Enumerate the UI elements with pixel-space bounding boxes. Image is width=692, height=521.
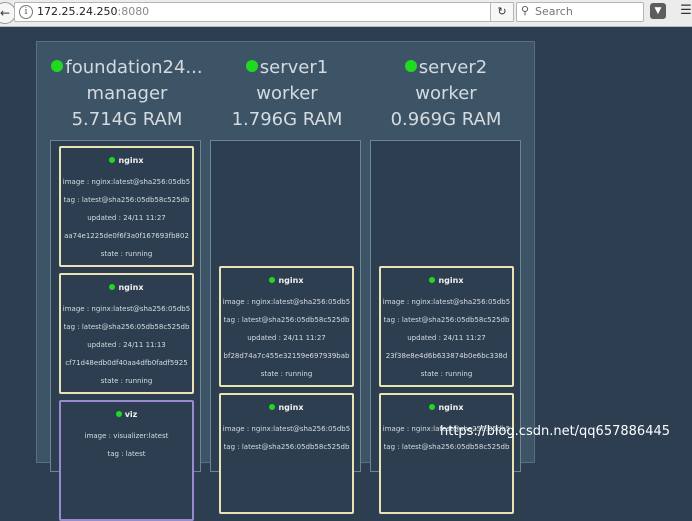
task-title: nginx — [61, 156, 192, 168]
task-tag: tag : latest@sha256:05db58c525db — [223, 316, 350, 324]
task-title: nginx — [381, 276, 512, 288]
task-id: aa74e1225de0f6f3a0f167693fb802 — [64, 232, 189, 240]
node-name-row: server2 — [366, 55, 526, 81]
node-name: server2 — [418, 57, 488, 78]
task-image: image : visualizer:latest — [84, 432, 169, 440]
task-updated: updated : 24/11 11:27 — [247, 334, 326, 342]
node-name-row: server1 — [207, 55, 367, 81]
task-status-icon — [429, 404, 436, 410]
task-name: nginx — [118, 283, 144, 292]
task-tag: tag : latest@sha256:05db58c525db — [223, 443, 350, 451]
task-image: image : nginx:latest@sha256:05db5 — [382, 298, 511, 306]
url-text: 172.25.24.250:8080 — [37, 5, 149, 18]
menu-button[interactable]: ☰ — [678, 2, 692, 20]
task-updated: updated : 24/11 11:13 — [87, 341, 166, 349]
url-port: :8080 — [117, 5, 150, 18]
task-state: state : running — [100, 250, 153, 258]
url-host: 172.25.24.250 — [37, 5, 118, 18]
task-image: image : nginx:latest@sha256:05db5 — [222, 298, 351, 306]
node-status-icon — [245, 60, 258, 72]
info-icon[interactable]: i — [19, 5, 33, 19]
task-status-icon — [109, 284, 116, 290]
reload-icon: ↻ — [497, 5, 507, 18]
task-state: state : running — [260, 370, 313, 378]
node-column-server2: nginx image : nginx:latest@sha256:05db5 … — [370, 140, 521, 514]
pocket-button[interactable]: ▼ — [650, 3, 666, 19]
node-role: worker — [415, 83, 477, 104]
node-header-server2: server2 worker 0.969G RAM — [366, 55, 526, 133]
task-title: viz — [61, 410, 192, 422]
task-status-icon — [269, 277, 276, 283]
back-arrow-icon: ← — [0, 6, 11, 20]
task-card-viz[interactable]: viz image : visualizer:latest tag : late… — [59, 400, 194, 521]
task-title: nginx — [221, 403, 352, 415]
task-title: nginx — [221, 276, 352, 288]
task-status-icon — [109, 157, 116, 163]
task-card[interactable]: nginx image : nginx:latest@sha256:05db5 … — [379, 393, 514, 514]
task-tag: tag : latest@sha256:05db58c525db — [383, 316, 510, 324]
task-name: nginx — [278, 276, 304, 285]
node-column-server1: nginx image : nginx:latest@sha256:05db5 … — [210, 140, 361, 514]
task-updated: updated : 24/11 11:27 — [407, 334, 486, 342]
task-tag: tag : latest@sha256:05db58c525db — [63, 196, 190, 204]
node-name-row: foundation24... — [47, 55, 207, 81]
search-icon: ⚲ — [521, 4, 530, 17]
task-state: state : running — [420, 370, 473, 378]
task-updated: updated : 24/11 11:27 — [87, 214, 166, 222]
node-status-icon — [51, 60, 64, 72]
swarm-visualizer: foundation24... manager 5.714G RAM nginx… — [36, 41, 535, 521]
search-bar[interactable]: ⚲ — [516, 2, 644, 22]
node-header-server1: server1 worker 1.796G RAM — [207, 55, 367, 133]
node-ram: 1.796G RAM — [231, 109, 343, 130]
search-input[interactable] — [535, 4, 639, 19]
task-image: image : nginx:latest@sha256:05db5 — [62, 178, 191, 186]
task-tag: tag : latest — [107, 450, 146, 458]
node-header-foundation: foundation24... manager 5.714G RAM — [47, 55, 207, 133]
node-role: manager — [86, 83, 168, 104]
task-name: nginx — [118, 156, 144, 165]
task-card[interactable]: nginx image : nginx:latest@sha256:05db5 … — [379, 266, 514, 387]
task-card[interactable]: nginx image : nginx:latest@sha256:05db5 … — [219, 393, 354, 514]
task-id: 23f38e8e4d6b633874b0e6bc338d — [385, 352, 508, 360]
node-name: foundation24... — [65, 57, 203, 78]
url-bar[interactable]: i 172.25.24.250:8080 — [14, 2, 512, 22]
task-name: nginx — [278, 403, 304, 412]
hamburger-menu-icon: ☰ — [680, 3, 692, 18]
node-status-icon — [404, 60, 417, 72]
task-title: nginx — [61, 283, 192, 295]
task-state: state : running — [100, 377, 153, 385]
node-ram: 5.714G RAM — [71, 109, 183, 130]
reload-button[interactable]: ↻ — [490, 2, 514, 22]
task-card[interactable]: nginx image : nginx:latest@sha256:05db5 … — [59, 146, 194, 267]
task-card[interactable]: nginx image : nginx:latest@sha256:05db5 … — [59, 273, 194, 394]
task-title: nginx — [381, 403, 512, 415]
node-name: server1 — [259, 57, 329, 78]
watermark: https://blog.csdn.net/qq657886445 — [440, 424, 671, 439]
task-image: image : nginx:latest@sha256:05db5 — [222, 425, 351, 433]
task-image: image : nginx:latest@sha256:05db5 — [62, 305, 191, 313]
node-column-foundation: nginx image : nginx:latest@sha256:05db5 … — [50, 140, 201, 521]
task-status-icon — [269, 404, 276, 410]
pocket-icon: ▼ — [654, 6, 662, 16]
task-name: nginx — [438, 403, 464, 412]
node-ram: 0.969G RAM — [390, 109, 502, 130]
task-name: viz — [124, 410, 138, 419]
task-tag: tag : latest@sha256:05db58c525db — [63, 323, 190, 331]
task-card[interactable]: nginx image : nginx:latest@sha256:05db5 … — [219, 266, 354, 387]
browser-toolbar: ← i 172.25.24.250:8080 ↻ ⚲ ▼ ☰ — [0, 0, 692, 27]
task-status-icon — [429, 277, 436, 283]
task-id: bf28d74a7c455e32159e697939bab — [223, 352, 350, 360]
task-id: cf71d48edb0df40aa4dfb0fadf5925 — [65, 359, 188, 367]
task-tag: tag : latest@sha256:05db58c525db — [383, 443, 510, 451]
task-name: nginx — [438, 276, 464, 285]
task-status-icon — [115, 411, 122, 417]
node-role: worker — [256, 83, 318, 104]
